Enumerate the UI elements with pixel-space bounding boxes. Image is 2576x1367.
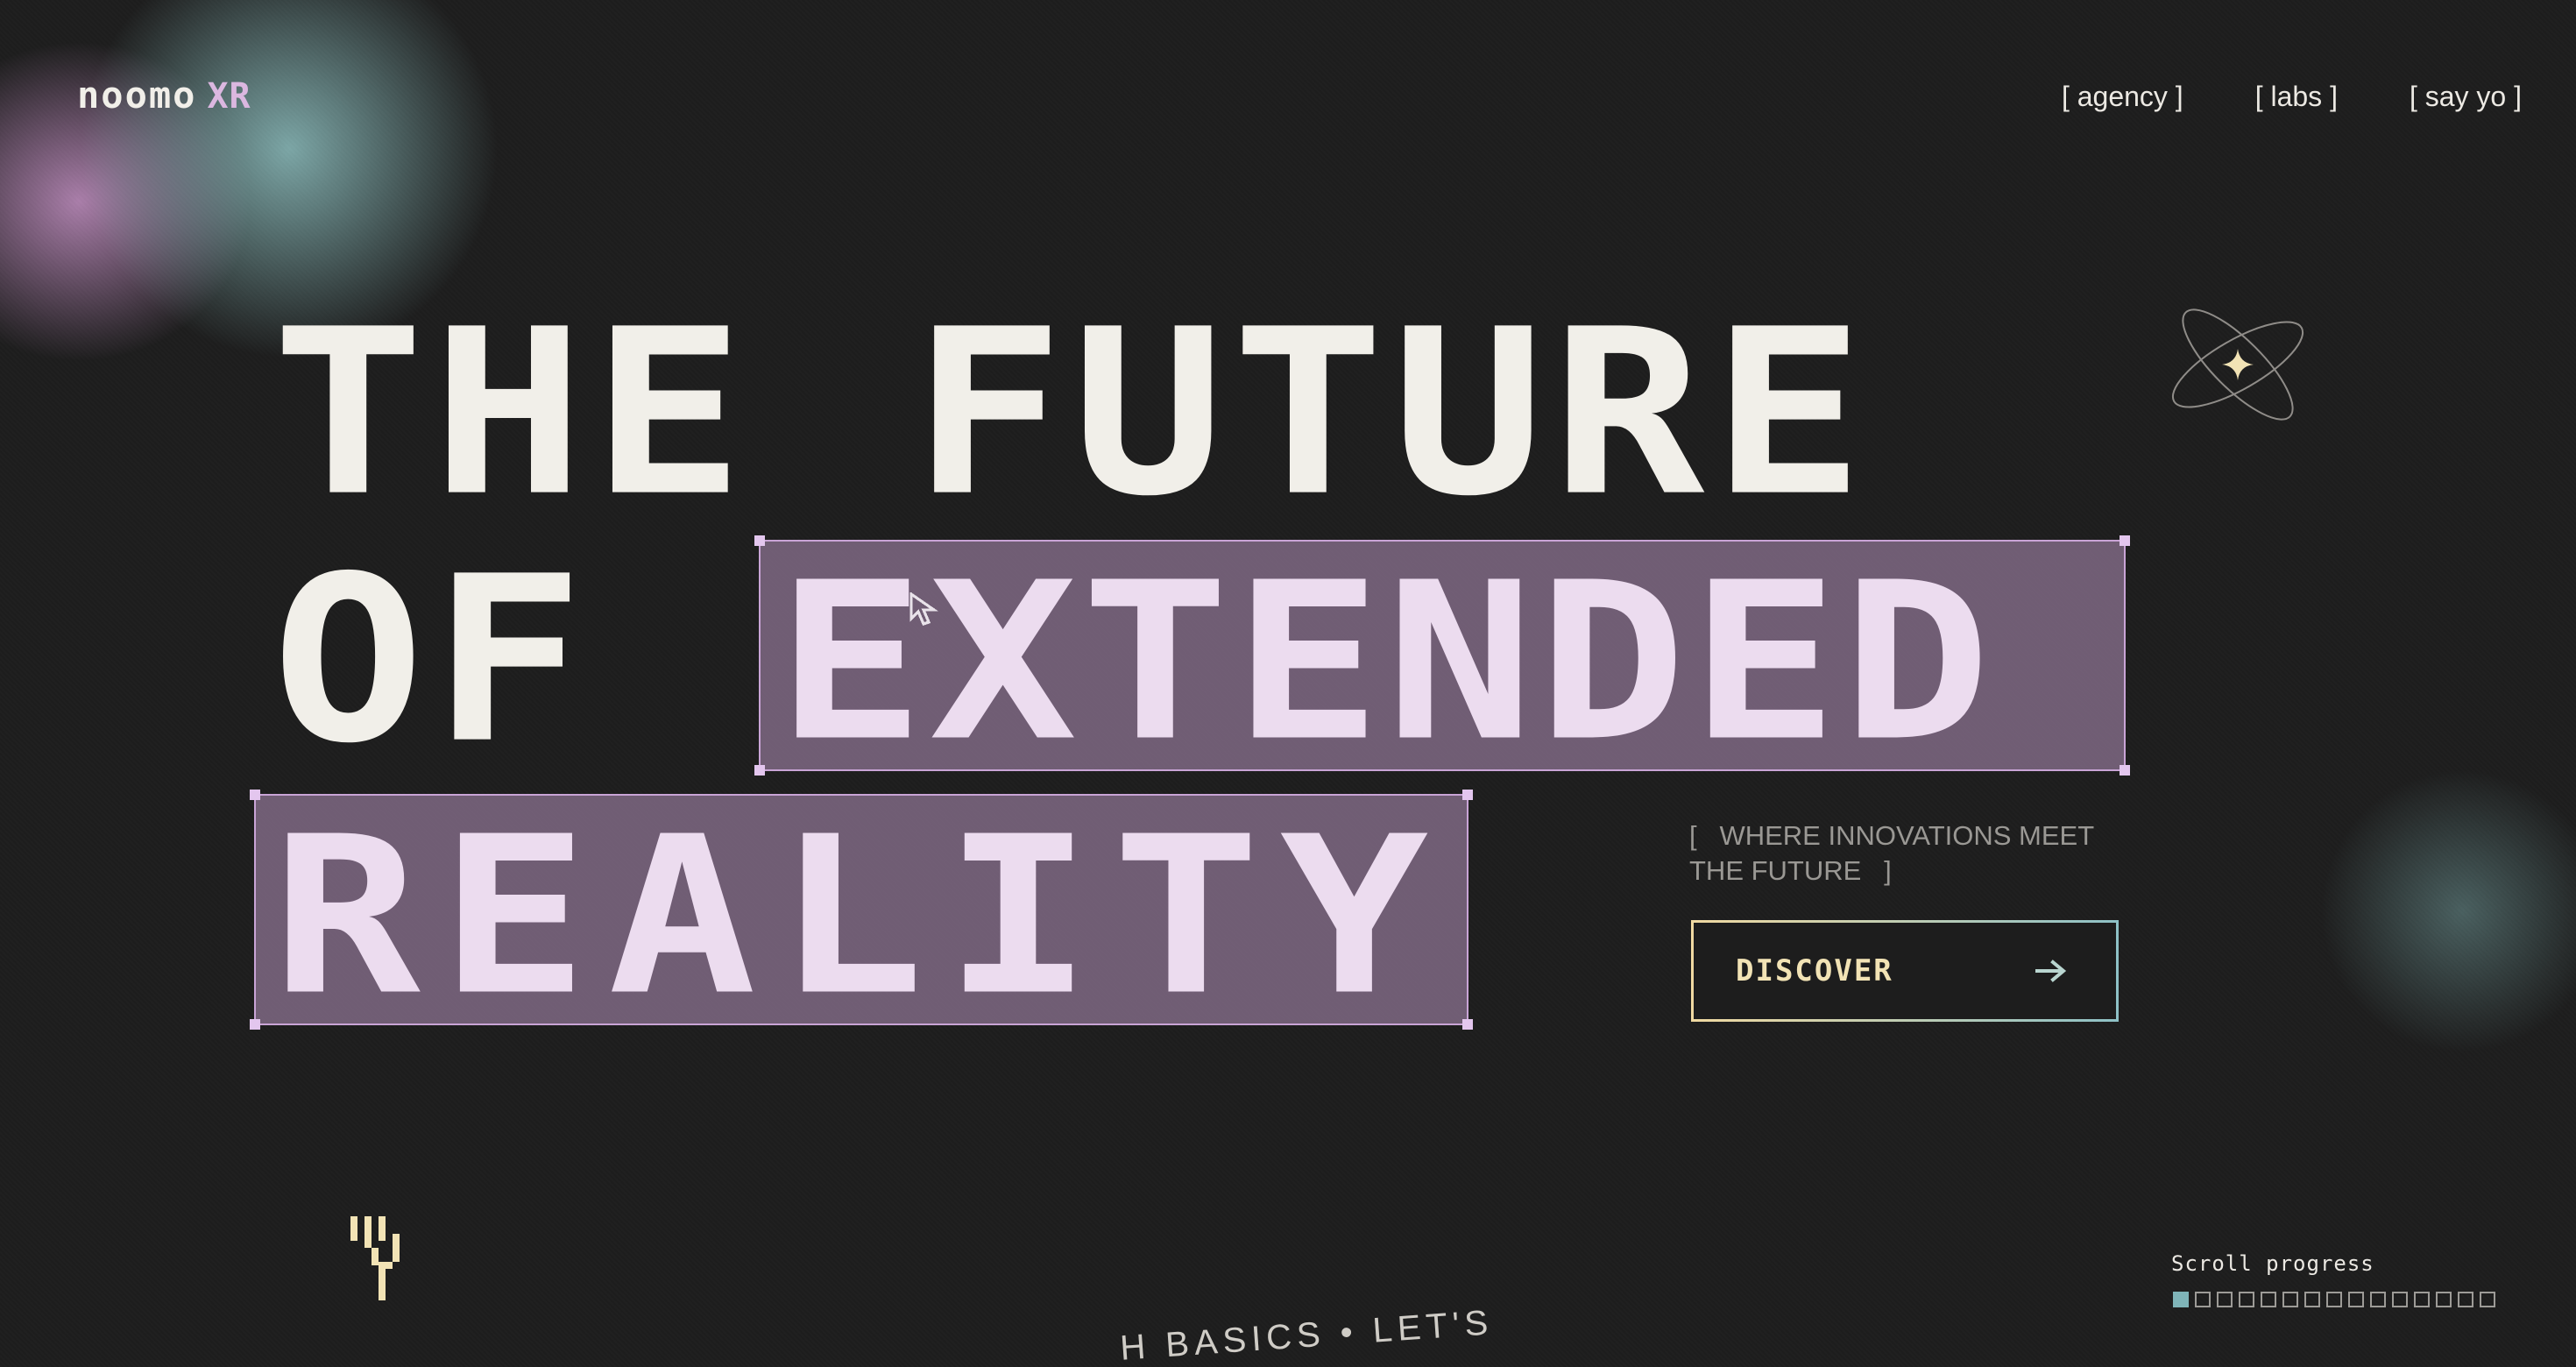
scroll-progress-cell[interactable] [2436,1292,2452,1307]
nav-link-labs[interactable]: [ labs ] [2255,81,2338,113]
scroll-progress-cell[interactable] [2173,1292,2189,1307]
hero-title-line2-plain: OF [272,528,752,794]
main-nav: [ agency ] [ labs ] [ say yo ] [2062,81,2522,113]
nav-link-say-yo[interactable]: [ say yo ] [2410,81,2522,113]
scroll-progress-cell[interactable] [2370,1292,2386,1307]
highlight-reality: REALITY [250,789,1473,1044]
rotating-text-badge: H BASICS • LET'S [999,1297,1525,1367]
scroll-progress-cell[interactable] [2414,1292,2430,1307]
hero-title-extended: EXTENDED [776,535,1995,790]
scroll-progress-cell[interactable] [2326,1292,2342,1307]
scroll-progress-cell[interactable] [2261,1292,2276,1307]
scroll-progress-cell[interactable] [2392,1292,2408,1307]
scroll-progress-cell[interactable] [2282,1292,2298,1307]
arrow-right-icon [2035,960,2067,982]
selection-handle [754,535,765,546]
rotating-text: H BASICS • LET'S [1118,1303,1495,1367]
selection-handle [2120,535,2130,546]
hero-title-line1: THE FUTURE [272,280,1872,547]
scroll-progress-cell[interactable] [2480,1292,2495,1307]
highlight-extended: EXTENDED [754,535,2130,790]
selection-handle [250,790,260,800]
scroll-progress-cell[interactable] [2458,1292,2473,1307]
brand-name: noomo [77,74,197,117]
selection-handle [1462,1019,1473,1030]
hero-title-reality: REALITY [272,789,1448,1044]
scroll-progress-cell[interactable] [2304,1292,2320,1307]
brand-logo[interactable]: noomo XR [77,74,251,117]
selection-handle [250,1019,260,1030]
scroll-progress-cell[interactable] [2195,1292,2211,1307]
pixel-cursor-icon [909,592,939,626]
brand-suffix: XR [207,76,251,117]
discover-button[interactable]: DISCOVER [1691,920,2119,1022]
scroll-progress-track[interactable] [2173,1292,2495,1307]
orbit-star-icon [2171,308,2304,421]
scroll-progress-label: Scroll progress [2171,1251,2374,1276]
selection-handle [2120,765,2130,776]
scroll-progress-cell[interactable] [2348,1292,2364,1307]
nav-link-agency[interactable]: [ agency ] [2062,81,2183,113]
pixel-scroll-glyph-icon [350,1216,400,1300]
selection-handle [754,765,765,776]
hero-page: noomo XR [ agency ] [ labs ] [ say yo ] … [0,0,2576,1367]
scroll-progress-cell[interactable] [2239,1292,2254,1307]
tagline: [ WHERE INNOVATIONS MEET THE FUTURE ] [1689,820,2095,886]
discover-label: DISCOVER [1736,953,1893,988]
scroll-progress-cell[interactable] [2217,1292,2233,1307]
selection-handle [1462,790,1473,800]
